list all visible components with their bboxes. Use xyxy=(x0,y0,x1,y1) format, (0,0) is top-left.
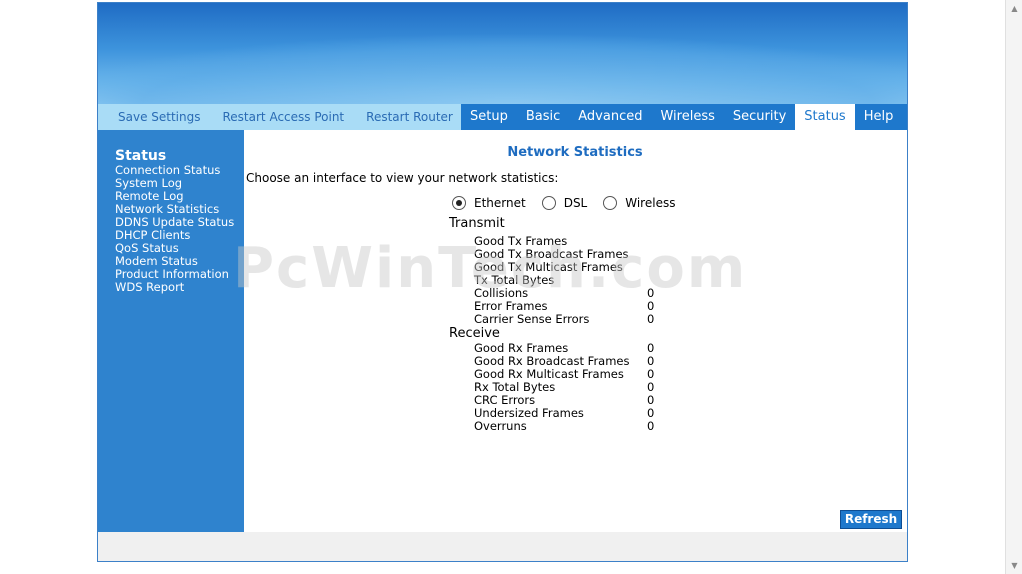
sidebar-menu: Connection Status System Log Remote Log … xyxy=(115,164,234,294)
stat-value: 0 xyxy=(647,419,655,433)
radio-label-wireless: Wireless xyxy=(625,196,676,210)
radio-button[interactable] xyxy=(603,196,618,210)
tab-help[interactable]: Help xyxy=(855,104,903,130)
tab-status[interactable]: Status xyxy=(795,104,855,130)
radio-ethernet[interactable]: Ethernet xyxy=(452,196,526,210)
receive-heading: Receive xyxy=(449,326,500,341)
sidebar: Status Connection Status System Log Remo… xyxy=(98,130,244,532)
tab-advanced[interactable]: Advanced xyxy=(569,104,651,130)
restart-access-point-link[interactable]: Restart Access Point xyxy=(212,104,356,130)
tab-setup[interactable]: Setup xyxy=(461,104,517,130)
instruction-text: Choose an interface to view your network… xyxy=(246,171,559,185)
vertical-scrollbar[interactable]: ▲ ▼ xyxy=(1005,0,1022,574)
radio-label-dsl: DSL xyxy=(563,196,588,210)
stat-value: 0 xyxy=(647,312,655,326)
radio-wireless[interactable]: Wireless xyxy=(603,196,675,210)
radio-button-selected[interactable] xyxy=(452,196,466,210)
top-navigation-bar: Save Settings Restart Access Point Resta… xyxy=(98,104,907,130)
refresh-button[interactable]: Refresh xyxy=(840,510,902,529)
scroll-down-icon[interactable]: ▼ xyxy=(1006,557,1022,574)
save-settings-link[interactable]: Save Settings xyxy=(98,104,212,130)
sidebar-title: Status xyxy=(115,148,167,164)
main-content: Network Statistics Choose an interface t… xyxy=(244,130,907,532)
tab-basic[interactable]: Basic xyxy=(517,104,569,130)
scroll-up-icon[interactable]: ▲ xyxy=(1006,0,1022,17)
sidebar-item-wds-report[interactable]: WDS Report xyxy=(115,281,234,294)
header-banner xyxy=(98,3,907,173)
main-tabs: Setup Basic Advanced Wireless Security S… xyxy=(461,104,907,130)
radio-label-ethernet: Ethernet xyxy=(474,196,526,210)
footer-bar xyxy=(98,532,907,561)
transmit-heading: Transmit xyxy=(449,216,505,231)
interface-radio-group: Ethernet DSL Wireless xyxy=(452,196,691,210)
restart-router-link[interactable]: Restart Router xyxy=(355,104,464,130)
action-links: Save Settings Restart Access Point Resta… xyxy=(98,104,464,130)
tab-security[interactable]: Security xyxy=(724,104,795,130)
radio-dsl[interactable]: DSL xyxy=(541,196,588,210)
stat-label: Overruns xyxy=(474,419,527,433)
radio-button[interactable] xyxy=(541,196,556,210)
router-page-frame: Save Settings Restart Access Point Resta… xyxy=(97,2,908,562)
tab-wireless[interactable]: Wireless xyxy=(651,104,723,130)
page-title: Network Statistics xyxy=(507,145,643,160)
stat-label: Carrier Sense Errors xyxy=(474,312,590,326)
